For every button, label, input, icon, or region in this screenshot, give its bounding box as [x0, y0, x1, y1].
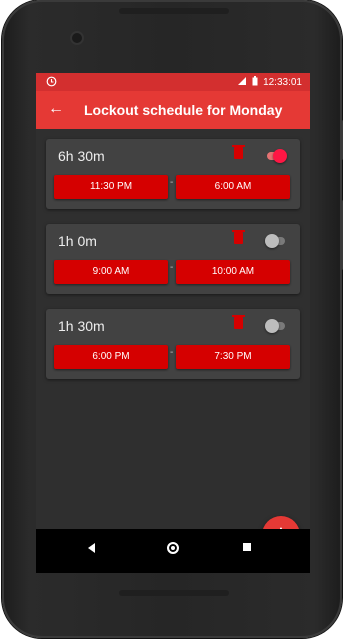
- time-separator: -: [170, 177, 174, 188]
- status-time: 12:33:01: [263, 77, 302, 88]
- front-camera: [72, 33, 82, 43]
- schedule-card: 1h 0m 9:00 AM - 10:00 AM: [46, 224, 300, 294]
- time-separator: -: [170, 262, 174, 273]
- delete-icon[interactable]: [232, 315, 245, 329]
- schedule-toggle[interactable]: [265, 149, 287, 163]
- end-time-button[interactable]: 6:00 AM: [176, 175, 290, 199]
- time-separator: -: [170, 347, 174, 358]
- speaker-grille-top: [119, 8, 229, 14]
- schedule-card: 1h 30m 6:00 PM - 7:30 PM: [46, 309, 300, 379]
- alarm-clock-icon: [46, 76, 57, 90]
- end-time-button[interactable]: 7:30 PM: [176, 345, 290, 369]
- schedule-card: 6h 30m 11:30 PM - 6:00 AM: [46, 139, 300, 209]
- schedule-duration: 1h 30m: [58, 318, 105, 334]
- nav-back-icon[interactable]: [88, 543, 95, 553]
- nav-recents-icon[interactable]: [243, 543, 251, 551]
- start-time-button[interactable]: 11:30 PM: [54, 175, 168, 199]
- status-bar: 12:33:01: [36, 73, 310, 91]
- start-time-button[interactable]: 9:00 AM: [54, 260, 168, 284]
- phone-frame: 12:33:01 ← Lockout schedule for Monday 6…: [2, 0, 343, 638]
- page-title: Lockout schedule for Monday: [84, 102, 283, 118]
- delete-icon[interactable]: [232, 230, 245, 244]
- volume-button: [340, 200, 343, 270]
- start-time-button[interactable]: 6:00 PM: [54, 345, 168, 369]
- status-right: 12:33:01: [237, 76, 302, 89]
- app-bar: ← Lockout schedule for Monday: [36, 91, 310, 129]
- speaker-grille-bottom: [119, 590, 229, 596]
- schedule-toggle[interactable]: [265, 234, 287, 248]
- delete-icon[interactable]: [232, 145, 245, 159]
- power-button: [340, 120, 343, 160]
- signal-icon: [237, 76, 247, 89]
- schedule-duration: 1h 0m: [58, 233, 97, 249]
- back-arrow-icon[interactable]: ←: [48, 100, 64, 118]
- end-time-button[interactable]: 10:00 AM: [176, 260, 290, 284]
- schedule-list: 6h 30m 11:30 PM - 6:00 AM 1h 0m 9:00 AM …: [36, 129, 310, 554]
- schedule-toggle[interactable]: [265, 319, 287, 333]
- system-nav-bar: [36, 529, 310, 573]
- battery-icon: [252, 76, 258, 89]
- screen: 12:33:01 ← Lockout schedule for Monday 6…: [36, 73, 310, 573]
- nav-home-icon[interactable]: [167, 542, 179, 554]
- schedule-duration: 6h 30m: [58, 148, 105, 164]
